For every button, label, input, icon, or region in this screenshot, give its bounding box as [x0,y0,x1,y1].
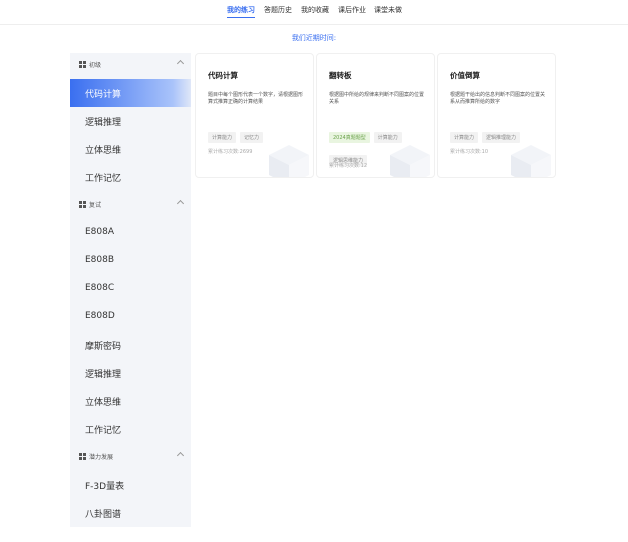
grid-icon [79,201,86,208]
practice-card[interactable]: 价值倒算 根据题干给出的信息判断不同图案的位置关系从而推算所给的数字 计算能力逻… [437,53,556,178]
skill-tag: 记忆力 [240,132,264,143]
grid-icon [79,453,86,460]
sidebar-item[interactable]: 逻辑推理 [70,107,191,135]
sidebar-item[interactable]: 立体思维 [70,135,191,163]
sidebar-item[interactable]: 代码计算 [70,79,191,107]
practice-count: 累计练习次数:12 [329,163,368,169]
skill-tag: 逻辑推理能力 [482,132,521,143]
sidebar-item[interactable]: 摩斯密码 [70,331,191,359]
sidebar-item[interactable]: E808C [70,275,191,303]
sidebar-section-header[interactable]: 初级 [70,53,191,77]
sidebar-item[interactable]: 逻辑推理 [70,359,191,387]
section-title: 潜力发展 [89,454,114,461]
card-description: 根据图中所给的规律来判断不同图案的位置关系 [329,92,425,105]
section-title: 复试 [89,202,102,209]
card-tags: 计算能力 逻辑推理能力 [450,124,550,147]
sidebar-item[interactable]: F-3D量表 [70,471,191,499]
card-title: 代码计算 [208,71,238,80]
practice-card[interactable]: 翻转板 根据图中所给的规律来判断不同图案的位置关系 2024真题题型 计算能力逻辑… [316,53,435,178]
chevron-up-icon [176,451,185,460]
sidebar-item[interactable]: 立体思维 [70,387,191,415]
recent-time-banner: 我们近期时间: [291,34,337,42]
tab-label: 课堂未做 [374,6,402,14]
sidebar-section-header[interactable]: 潜力发展 [70,445,191,469]
top-nav: 我的练习 答题历史 我的收藏 课后作业 课堂未做 [0,0,628,25]
active-tab-underline [227,16,255,18]
sidebar-item[interactable]: E808B [70,247,191,275]
chevron-up-icon [176,59,185,68]
tab-label: 我的练习 [227,6,255,14]
tab-homework[interactable]: 课后作业 [338,5,366,15]
skill-tag: 计算能力 [450,132,479,143]
tab-my-practice[interactable]: 我的练习 [227,5,255,18]
grid-icon [79,61,86,68]
skill-tag: 计算能力 [208,132,237,143]
sidebar-item[interactable]: E808D [70,303,191,331]
exam-type-tag: 2024真题题型 [329,132,370,143]
card-description: 根据题干给出的信息判断不同图案的位置关系从而推算所给的数字 [450,92,546,105]
sidebar-item[interactable]: 八卦图谱 [70,499,191,527]
tab-answer-history[interactable]: 答题历史 [264,5,292,15]
card-description: 题目中每个图形代表一个数字，请根据图形算式推算正确的计算结果 [208,92,304,105]
sidebar-item[interactable]: 工作记忆 [70,163,191,191]
tab-label: 答题历史 [264,6,292,14]
section-title: 初级 [89,62,102,69]
tab-favorites[interactable]: 我的收藏 [301,5,329,15]
sidebar-item[interactable]: E808A [70,219,191,247]
practice-count: 累计练习次数:10 [450,149,489,155]
card-tags: 计算能力 记忆力 [208,124,308,147]
practice-card[interactable]: 代码计算 题目中每个图形代表一个数字，请根据图形算式推算正确的计算结果 计算能力… [195,53,314,178]
card-title: 翻转板 [329,71,352,80]
tab-label: 我的收藏 [301,6,329,14]
sidebar: 初级 代码计算 逻辑推理 立体思维 工作记忆 复试 E808A E808B E8… [70,53,191,527]
skill-tag: 计算能力 [373,132,402,143]
sidebar-item[interactable]: 工作记忆 [70,415,191,443]
tab-class-undone[interactable]: 课堂未做 [374,5,402,15]
card-title: 价值倒算 [450,71,480,80]
practice-count: 累计练习次数:2699 [208,149,253,155]
tab-label: 课后作业 [338,6,366,14]
sidebar-section-header[interactable]: 复试 [70,193,191,217]
chevron-up-icon [176,199,185,208]
